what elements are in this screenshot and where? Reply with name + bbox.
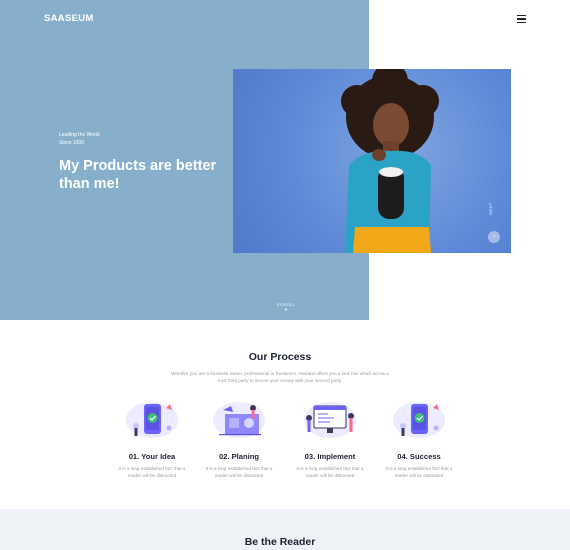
hero-tagline-line-1: Leading the World: [59, 132, 100, 138]
process-step-description: It is a long established fact that a rea…: [118, 466, 186, 478]
hero-tagline-line-2: Since 1000: [59, 140, 85, 146]
process-step-description: It is a long established fact that a rea…: [205, 466, 273, 478]
brand-logo[interactable]: SAASEUM: [44, 13, 94, 24]
process-step-description: It is a long established fact that a rea…: [296, 466, 364, 478]
hero-photo: [233, 69, 511, 253]
process-step-2: 02. Planing It is a long established fac…: [193, 398, 285, 479]
process-step-description: It is a long established fact that a rea…: [385, 466, 453, 478]
monitor-team-icon: [304, 402, 356, 438]
process-step-title: 01. Your Idea: [128, 452, 176, 461]
chevron-right-icon[interactable]: ›: [488, 231, 500, 243]
phone-check-icon: [393, 402, 445, 438]
process-description: Whether you are a business owner, profes…: [171, 371, 389, 383]
process-step-title: 03. Implement: [304, 452, 356, 461]
woman-with-speaker-illustration: [341, 69, 439, 253]
process-title: Our Process: [248, 351, 312, 363]
process-step-1: 01. Your Idea It is a long established f…: [106, 398, 198, 479]
process-step-3: 03. Implement It is a long established f…: [284, 398, 376, 479]
process-step-4: 04. Success It is a long established fac…: [373, 398, 465, 479]
reader-title: Be the Reader: [244, 536, 316, 548]
hero-vertical-label: NEXT: [488, 202, 493, 215]
hamburger-icon[interactable]: [517, 15, 526, 23]
phone-check-icon: [126, 402, 178, 438]
scroll-button[interactable]: SCROLL ▼: [272, 302, 300, 312]
process-step-title: 02. Planing: [218, 452, 260, 461]
hero-tagline: Leading the World Since 1000: [59, 131, 100, 147]
process-step-title: 04. Success: [397, 452, 441, 461]
hero-title: My Products are better than me!: [59, 158, 217, 192]
chevron-down-icon: ▼: [283, 307, 289, 312]
planning-board-icon: [213, 402, 265, 438]
